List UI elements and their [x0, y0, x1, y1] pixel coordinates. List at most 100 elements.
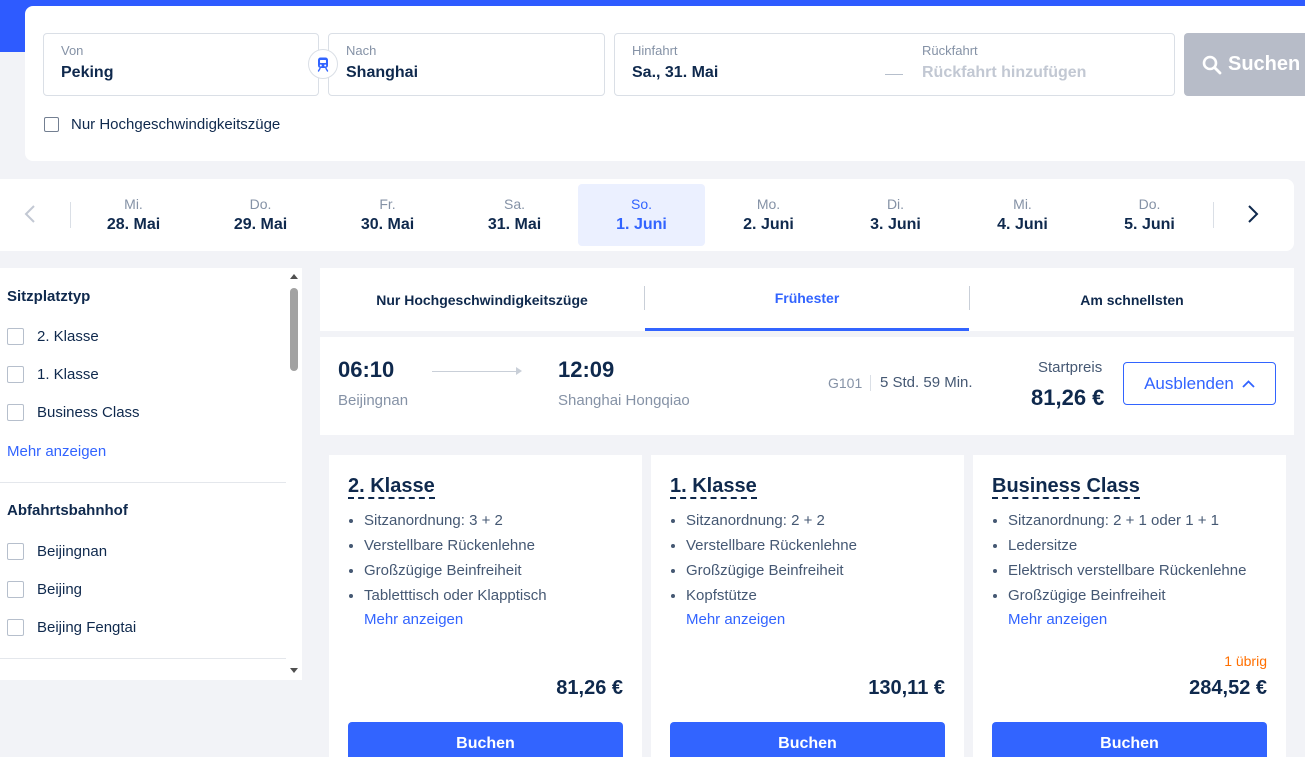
class-more-link[interactable]: Mehr anzeigen: [1008, 611, 1107, 628]
search-form: Von Peking Nach Shanghai Hinfahrt Sa., 3…: [25, 6, 1305, 161]
arrive-station: Shanghai Hongqiao: [558, 392, 690, 409]
date-weekday: Di.: [886, 196, 905, 212]
class-card: Business Class Sitzanordnung: 2 + 1 oder…: [973, 455, 1286, 757]
route-arrowhead: [516, 367, 522, 375]
station-option[interactable]: Beijing Fengtai: [7, 619, 136, 636]
to-field[interactable]: Nach Shanghai: [328, 33, 605, 96]
train-icon: [317, 57, 329, 72]
class-more-link[interactable]: Mehr anzeigen: [686, 611, 785, 628]
depart-label: Hinfahrt: [632, 43, 678, 58]
date-day: 29. Mai: [233, 216, 288, 233]
date-option[interactable]: Mi. 28. Mai: [70, 184, 197, 246]
to-value[interactable]: Shanghai: [346, 64, 418, 82]
search-icon: [1202, 55, 1222, 74]
date-day: 28. Mai: [106, 216, 161, 233]
chevron-right-icon: [1248, 205, 1259, 223]
date-option[interactable]: Di. 3. Juni: [832, 184, 959, 246]
highspeed-only-label: Nur Hochgeschwindigkeitszüge: [71, 116, 281, 133]
station-option[interactable]: Beijing: [7, 581, 82, 598]
from-value[interactable]: Peking: [61, 64, 113, 82]
scroll-up-arrow[interactable]: [290, 274, 298, 279]
date-weekday: Fr.: [379, 196, 396, 212]
class-feature: Sitzanordnung: 2 + 2: [670, 512, 857, 537]
checkbox-box[interactable]: [7, 404, 24, 421]
swap-stations-button[interactable]: [308, 49, 338, 79]
date-range-separator: [885, 74, 903, 75]
seat-type-label: 1. Klasse: [37, 366, 99, 383]
class-price: 81,26 €: [556, 677, 623, 699]
date-field[interactable]: Hinfahrt Sa., 31. Mai Rückfahrt Rückfahr…: [614, 33, 1175, 96]
date-weekday: Mi.: [124, 196, 143, 212]
date-option[interactable]: Do. 5. Juni: [1086, 184, 1213, 246]
class-card: 1. Klasse Sitzanordnung: 2 + 2 Verstellb…: [651, 455, 964, 757]
checkbox-box[interactable]: [44, 117, 59, 132]
seat-type-option[interactable]: 2. Klasse: [7, 328, 99, 345]
trip-duration: 5 Std. 59 Min.: [880, 374, 973, 391]
hide-classes-button[interactable]: Ausblenden: [1123, 362, 1276, 405]
class-name[interactable]: 2. Klasse: [348, 475, 435, 499]
search-button[interactable]: Suchen: [1184, 33, 1305, 96]
station-option[interactable]: Beijingnan: [7, 543, 107, 560]
checkbox-box[interactable]: [7, 366, 24, 383]
book-button[interactable]: Buchen: [992, 722, 1267, 757]
date-day: 3. Juni: [870, 216, 921, 233]
from-field[interactable]: Von Peking: [43, 33, 319, 96]
seat-type-option[interactable]: 1. Klasse: [7, 366, 99, 383]
tab-earliest[interactable]: Frühester: [645, 268, 969, 331]
class-name[interactable]: 1. Klasse: [670, 475, 757, 499]
class-name[interactable]: Business Class: [992, 475, 1140, 499]
return-placeholder[interactable]: Rückfahrt hinzufügen: [922, 64, 1086, 82]
search-button-label: Suchen: [1228, 53, 1301, 75]
chevron-up-icon: [1242, 379, 1255, 388]
date-option[interactable]: Do. 29. Mai: [197, 184, 324, 246]
checkbox-box[interactable]: [7, 619, 24, 636]
scroll-down-arrow[interactable]: [290, 668, 298, 673]
from-label: Von: [61, 43, 84, 58]
book-button[interactable]: Buchen: [670, 722, 945, 757]
class-price: 284,52 €: [1189, 677, 1267, 699]
start-price: 81,26 €: [1031, 385, 1105, 410]
next-dates-button[interactable]: [1241, 201, 1265, 227]
station-label: Beijingnan: [37, 543, 108, 560]
book-button[interactable]: Buchen: [348, 722, 623, 757]
seat-type-option[interactable]: Business Class: [7, 404, 140, 421]
date-weekday: Mi.: [1013, 196, 1032, 212]
date-option[interactable]: Fr. 30. Mai: [324, 184, 451, 246]
date-option-selected[interactable]: So. 1. Juni: [578, 184, 705, 246]
start-price-label: Startpreis: [1038, 359, 1103, 376]
prev-dates-button[interactable]: [18, 201, 42, 227]
divider: [870, 375, 871, 391]
date-day: 5. Juni: [1124, 216, 1175, 233]
class-feature: Sitzanordnung: 2 + 1 oder 1 + 1: [992, 512, 1246, 537]
date-day: 31. Mai: [487, 216, 542, 233]
class-feature: Großzügige Beinfreiheit: [992, 587, 1246, 612]
class-feature: Sitzanordnung: 3 + 2: [348, 512, 547, 537]
date-weekday: Do.: [249, 196, 272, 212]
class-feature-list: Sitzanordnung: 3 + 2 Verstellbare Rücken…: [348, 512, 547, 612]
checkbox-box[interactable]: [7, 328, 24, 345]
date-day: 4. Juni: [997, 216, 1048, 233]
class-more-link[interactable]: Mehr anzeigen: [364, 611, 463, 628]
date-weekday: So.: [630, 196, 652, 212]
scrollbar-thumb[interactable]: [290, 288, 298, 371]
seat-type-title: Sitzplatztyp: [7, 288, 91, 305]
class-feature: Großzügige Beinfreiheit: [670, 562, 857, 587]
tab-fastest[interactable]: Am schnellsten: [970, 268, 1294, 331]
chevron-left-icon: [24, 205, 35, 223]
checkbox-box[interactable]: [7, 543, 24, 560]
tab-highspeed-only[interactable]: Nur Hochgeschwindigkeitszüge: [320, 268, 644, 331]
seat-type-more-link[interactable]: Mehr anzeigen: [7, 443, 106, 460]
date-option[interactable]: Mi. 4. Juni: [959, 184, 1086, 246]
checkbox-box[interactable]: [7, 581, 24, 598]
class-feature: Ledersitze: [992, 537, 1246, 562]
class-feature: Tabletttisch oder Klapptisch: [348, 587, 547, 612]
depart-station: Beijingnan: [338, 392, 409, 409]
class-feature: Verstellbare Rückenlehne: [670, 537, 857, 562]
highspeed-only-checkbox[interactable]: Nur Hochgeschwindigkeitszüge: [44, 116, 280, 133]
sidebar-scrollbar[interactable]: [286, 268, 302, 680]
date-option[interactable]: Sa. 31. Mai: [451, 184, 578, 246]
date-option[interactable]: Mo. 2. Juni: [705, 184, 832, 246]
seat-type-label: 2. Klasse: [37, 328, 99, 345]
class-price: 130,11 €: [868, 677, 945, 699]
depart-value[interactable]: Sa., 31. Mai: [632, 64, 718, 82]
